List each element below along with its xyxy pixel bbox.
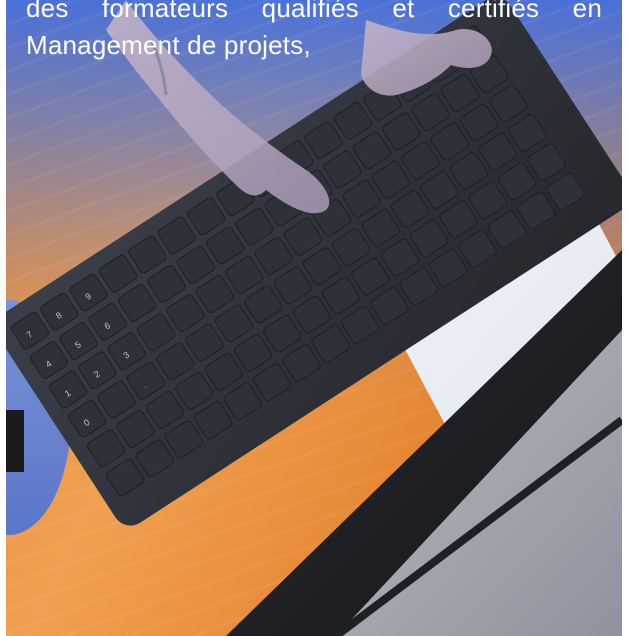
promo-text-line-2: Management de projets,	[26, 30, 311, 60]
promo-text-line-1: des formateurs qualifiés et certifiés en	[26, 0, 602, 23]
laptop-image	[226, 250, 622, 636]
promo-text: des formateurs qualifiés et certifiés en…	[26, 0, 602, 64]
hero-image-card: 789 456 123 0. des formateurs qualifiés …	[6, 0, 622, 636]
